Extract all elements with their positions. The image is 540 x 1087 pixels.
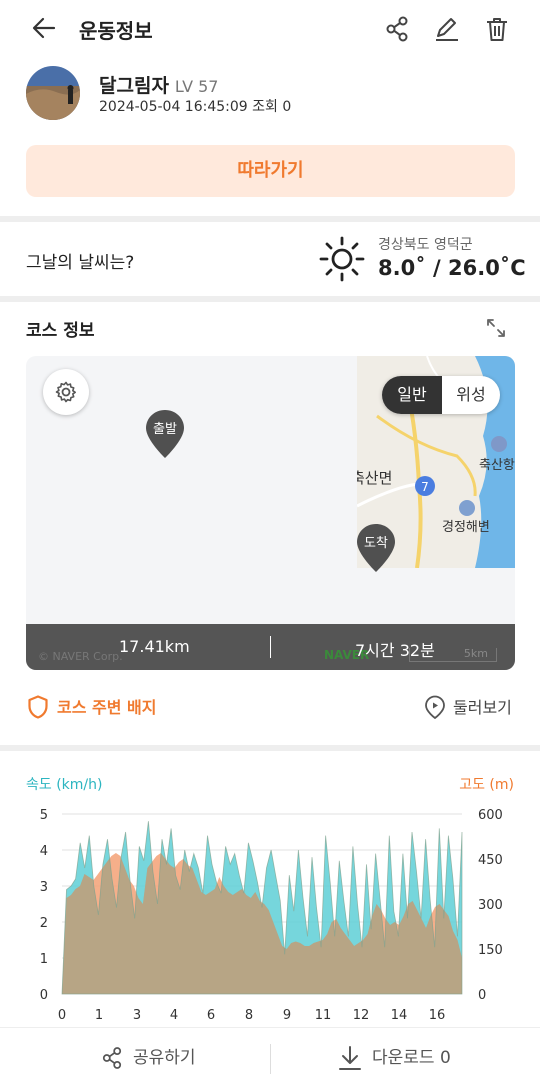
x-tick-label: 14 <box>391 1008 408 1023</box>
x-tick-label: 1 <box>95 1008 103 1023</box>
follow-button[interactable]: 따라가기 <box>26 145 515 197</box>
look-around-link[interactable]: 둘러보기 <box>453 694 512 718</box>
expand-icon[interactable] <box>484 316 508 340</box>
download-icon <box>339 1046 361 1070</box>
altitude-tick-label: 150 <box>478 943 503 958</box>
speed-tick-label: 5 <box>40 808 48 823</box>
share-icon[interactable] <box>382 14 412 44</box>
map-label-port: 축산항 <box>479 458 515 473</box>
section-divider <box>0 216 540 222</box>
location-pin-icon <box>425 695 445 719</box>
sun-icon <box>319 236 365 282</box>
speed-tick-label: 2 <box>40 916 48 931</box>
user-name-row: 달그림자 LV 57 <box>99 71 218 98</box>
bottom-action-bar: 공유하기 다운로드 0 <box>0 1027 540 1087</box>
start-label: 출발 <box>153 422 177 437</box>
nearby-badge-link[interactable]: 코스 주변 배지 <box>57 694 156 718</box>
start-marker[interactable]: 출발 <box>146 410 184 458</box>
share-icon <box>102 1047 122 1069</box>
map-type-normal[interactable]: 일반 <box>382 376 442 414</box>
avatar[interactable] <box>26 66 80 120</box>
course-stats-bar: © NAVER Corp. NAVER 5km 17.41km 7시간 32분 <box>26 624 515 670</box>
map-settings-button[interactable] <box>43 369 89 415</box>
speed-tick-label: 3 <box>40 880 48 895</box>
speed-tick-label: 0 <box>40 988 48 1003</box>
course-title: 코스 정보 <box>26 321 95 341</box>
speed-altitude-chart: 속도 (km/h) 고도 (m) 01234501503004506000 1 3 4… <box>26 777 514 1023</box>
user-level: LV 57 <box>174 77 219 96</box>
x-tick-label: 0 <box>58 1008 66 1023</box>
weather-location: 경상북도 영덕군 <box>378 237 473 253</box>
map-label-beach: 경정해변 <box>442 520 490 535</box>
end-marker[interactable]: 도착 <box>357 524 395 572</box>
altitude-axis-label: 고도 (m) <box>459 777 514 793</box>
trash-icon[interactable] <box>482 14 512 44</box>
course-distance: 17.41km <box>119 637 190 656</box>
gear-icon <box>55 381 76 403</box>
altitude-tick-label: 0 <box>478 988 486 1003</box>
x-tick-label: 4 <box>170 1008 178 1023</box>
speed-tick-label: 1 <box>40 952 48 967</box>
altitude-tick-label: 300 <box>478 898 503 913</box>
section-divider <box>0 296 540 302</box>
back-arrow-icon[interactable] <box>30 14 58 42</box>
map-label-district: 축산면 <box>357 469 392 487</box>
course-map[interactable]: 7 축산항 축산면 경정해변 일반 위성 출발 도착 © NAVER Corp.… <box>26 356 515 670</box>
x-tick-label: 3 <box>133 1008 141 1023</box>
page-title: 운동정보 <box>79 19 153 43</box>
course-duration: 7시간 32분 <box>355 641 435 660</box>
app-header: 운동정보 <box>0 0 540 58</box>
map-type-toggle: 일반 위성 <box>382 376 500 414</box>
weather-temperature: 8.0˚ / 26.0˚C <box>378 256 526 280</box>
x-tick-label: 12 <box>353 1008 370 1023</box>
post-meta: 2024-05-04 16:45:09 조회 0 <box>99 99 292 115</box>
download-button[interactable]: 다운로드 0 <box>372 1028 451 1087</box>
map-attribution: © NAVER Corp. <box>38 650 123 663</box>
stats-separator <box>270 636 271 658</box>
weather-question: 그날의 날씨는? <box>26 253 135 273</box>
edit-icon[interactable] <box>432 14 462 44</box>
map-type-satellite[interactable]: 위성 <box>442 376 500 414</box>
share-button[interactable]: 공유하기 <box>133 1028 196 1087</box>
speed-tick-label: 4 <box>40 844 48 859</box>
x-tick-label: 11 <box>315 1008 332 1023</box>
x-tick-label: 6 <box>207 1008 215 1023</box>
user-name[interactable]: 달그림자 <box>99 75 169 97</box>
altitude-tick-label: 600 <box>478 808 503 823</box>
shield-icon <box>28 695 48 719</box>
end-label: 도착 <box>364 536 388 551</box>
route-number: 7 <box>421 480 429 494</box>
altitude-tick-label: 450 <box>478 853 503 868</box>
x-tick-label: 8 <box>245 1008 253 1023</box>
speed-axis-label: 속도 (km/h) <box>26 777 102 793</box>
bottom-separator <box>270 1044 271 1074</box>
x-tick-label: 9 <box>283 1008 291 1023</box>
x-tick-label: 16 <box>429 1008 446 1023</box>
author-profile: 달그림자 LV 57 2024-05-04 16:45:09 조회 0 <box>0 58 540 138</box>
section-divider <box>0 745 540 751</box>
